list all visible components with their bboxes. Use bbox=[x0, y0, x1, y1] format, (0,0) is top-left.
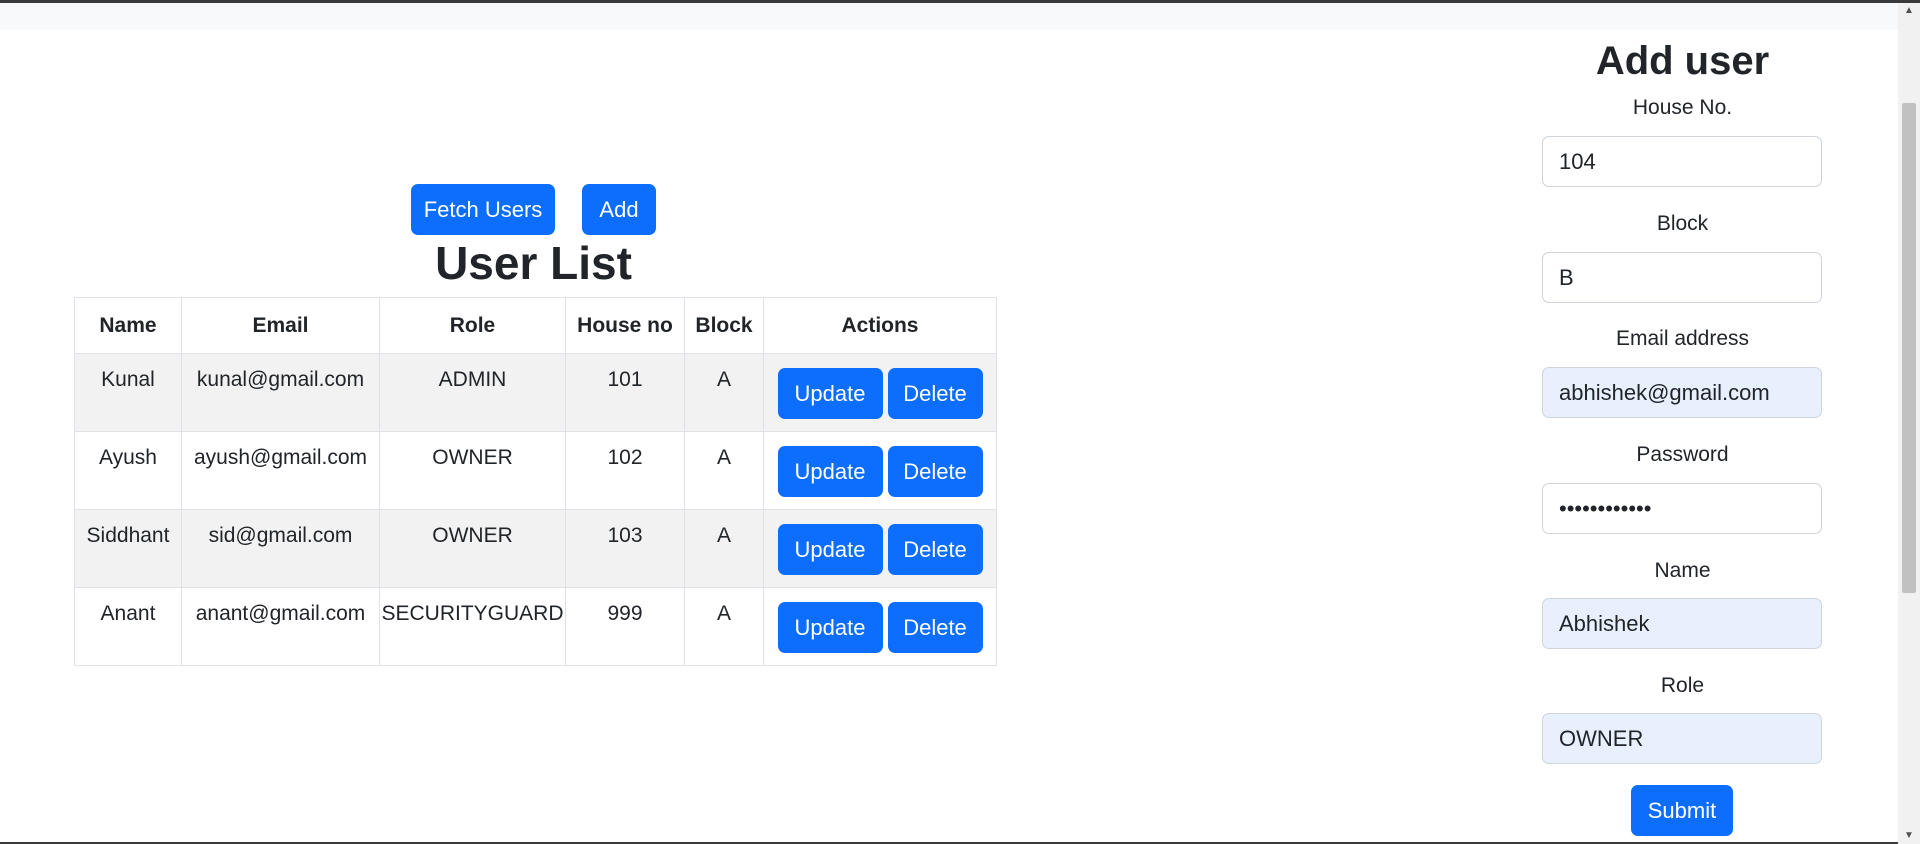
cell-block: A bbox=[684, 353, 764, 432]
cell-email: anant@gmail.com bbox=[181, 587, 380, 666]
table-row: Kunal kunal@gmail.com ADMIN 101 A Update… bbox=[74, 353, 997, 432]
submit-button[interactable]: Submit bbox=[1631, 785, 1733, 836]
cell-role: OWNER bbox=[379, 431, 566, 510]
table-row: Anant anant@gmail.com SECURITYGUARD 999 … bbox=[74, 587, 997, 666]
navbar-strip bbox=[0, 3, 1898, 30]
cell-name: Siddhant bbox=[74, 509, 182, 588]
delete-button[interactable]: Delete bbox=[887, 446, 983, 497]
cell-house-no: 999 bbox=[565, 587, 685, 666]
cell-house-no: 101 bbox=[565, 353, 685, 432]
update-button[interactable]: Update bbox=[777, 524, 883, 575]
add-button[interactable]: Add bbox=[582, 184, 656, 235]
role-field[interactable] bbox=[1542, 713, 1822, 764]
cell-house-no: 103 bbox=[565, 509, 685, 588]
name-label: Name bbox=[1654, 559, 1711, 582]
column-header-name: Name bbox=[74, 297, 182, 354]
vertical-scrollbar[interactable]: ▲ ▼ bbox=[1898, 3, 1920, 844]
house-no-label: House No. bbox=[1632, 96, 1733, 119]
table-row: Siddhant sid@gmail.com OWNER 103 A Updat… bbox=[74, 509, 997, 588]
add-user-title: Add user bbox=[1595, 39, 1770, 83]
cell-house-no: 102 bbox=[565, 431, 685, 510]
user-table: Name Email Role House no Block Actions K… bbox=[74, 297, 997, 666]
cell-name: Ayush bbox=[74, 431, 182, 510]
block-input[interactable] bbox=[1542, 252, 1822, 303]
update-button[interactable]: Update bbox=[777, 446, 883, 497]
cell-block: A bbox=[684, 587, 764, 666]
scroll-up-arrow-icon[interactable]: ▲ bbox=[1898, 3, 1920, 19]
house-no-input[interactable] bbox=[1542, 136, 1822, 187]
cell-role: SECURITYGUARD bbox=[379, 587, 566, 666]
cell-actions: Update Delete bbox=[763, 431, 997, 510]
name-field[interactable] bbox=[1542, 598, 1822, 649]
update-button[interactable]: Update bbox=[777, 602, 883, 653]
email-label: Email address bbox=[1615, 327, 1750, 350]
role-label: Role bbox=[1660, 674, 1705, 697]
delete-button[interactable]: Delete bbox=[887, 602, 983, 653]
cell-block: A bbox=[684, 431, 764, 510]
update-button[interactable]: Update bbox=[777, 368, 883, 419]
user-list-title: User List bbox=[435, 237, 632, 289]
column-header-block: Block bbox=[684, 297, 764, 354]
column-header-house-no: House no bbox=[565, 297, 685, 354]
column-header-role: Role bbox=[379, 297, 566, 354]
cell-block: A bbox=[684, 509, 764, 588]
cell-actions: Update Delete bbox=[763, 587, 997, 666]
scrollbar-thumb[interactable] bbox=[1902, 103, 1916, 593]
table-row: Ayush ayush@gmail.com OWNER 102 A Update… bbox=[74, 431, 997, 510]
cell-name: Kunal bbox=[74, 353, 182, 432]
cell-email: sid@gmail.com bbox=[181, 509, 380, 588]
cell-role: OWNER bbox=[379, 509, 566, 588]
fetch-users-button[interactable]: Fetch Users bbox=[411, 184, 555, 235]
column-header-actions: Actions bbox=[763, 297, 997, 354]
cell-actions: Update Delete bbox=[763, 509, 997, 588]
table-header-row: Name Email Role House no Block Actions bbox=[74, 297, 997, 354]
cell-actions: Update Delete bbox=[763, 353, 997, 432]
cell-name: Anant bbox=[74, 587, 182, 666]
email-field[interactable] bbox=[1542, 367, 1822, 418]
block-label: Block bbox=[1656, 212, 1709, 235]
delete-button[interactable]: Delete bbox=[887, 368, 983, 419]
password-label: Password bbox=[1636, 443, 1729, 466]
cell-email: kunal@gmail.com bbox=[181, 353, 380, 432]
delete-button[interactable]: Delete bbox=[887, 524, 983, 575]
column-header-email: Email bbox=[181, 297, 380, 354]
cell-role: ADMIN bbox=[379, 353, 566, 432]
scroll-down-arrow-icon[interactable]: ▼ bbox=[1898, 828, 1920, 844]
cell-email: ayush@gmail.com bbox=[181, 431, 380, 510]
password-field[interactable] bbox=[1542, 483, 1822, 534]
